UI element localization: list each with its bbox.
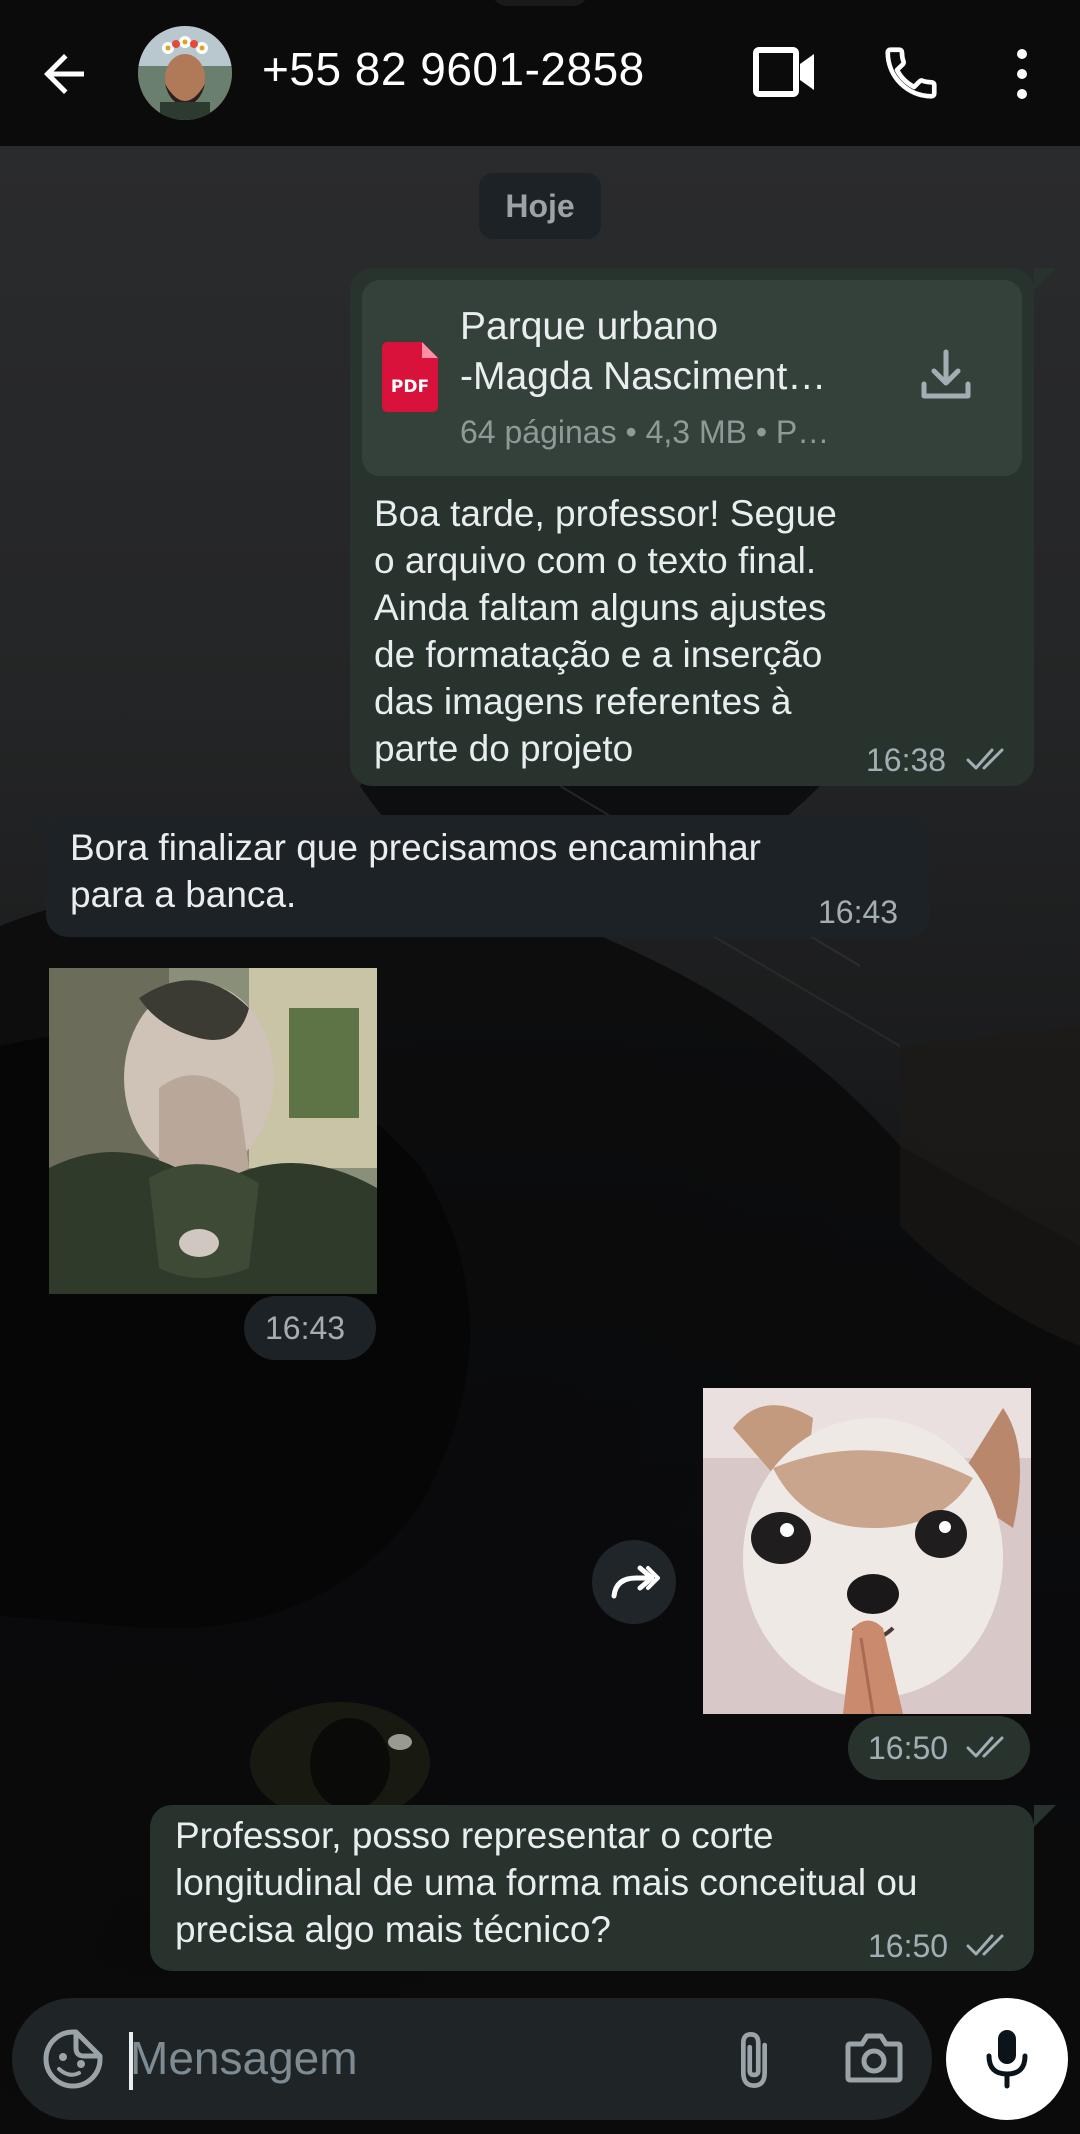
contact-avatar[interactable] [138,26,232,120]
phone-icon [885,47,937,99]
message-composer [12,1998,932,2120]
sticker-image [703,1388,1031,1714]
avatar-image [138,26,232,120]
mic-icon [986,2030,1028,2089]
emoji-sticker-button[interactable] [42,2028,104,2090]
date-divider: Hoje [479,173,601,239]
message-time: 16:50 [868,1730,949,1766]
message-time: 16:43 [818,894,899,930]
forward-icon [611,1565,660,1599]
read-ticks-icon [966,1736,1004,1758]
message-line: de formatação e a inserção [374,634,823,675]
download-icon [921,349,971,399]
forward-button[interactable] [592,1540,676,1624]
message-line: Bora finalizar que precisamos encaminhar [70,827,762,868]
contact-name[interactable]: +55 82 9601-2858 [262,42,645,96]
arrow-back-icon [44,54,84,94]
message-line: o arquivo com o texto final. [374,540,817,581]
document-title-line: Parque urbano [460,305,719,348]
more-options-button[interactable] [1004,44,1040,104]
sticker-image [49,968,377,1294]
emoji-sticker-icon [43,2029,103,2089]
message-line: longitudinal de uma forma mais conceitua… [175,1862,918,1903]
message-text: Bora finalizar que precisamos encaminhar… [70,824,870,918]
voice-call-button[interactable] [880,42,942,104]
message-line: Professor, posso representar o corte [175,1815,774,1856]
document-card[interactable]: PDF Parque urbano -Magda Nasciment… 64 p… [362,280,1022,476]
read-ticks-icon [966,1934,1004,1956]
message-time: 16:38 [866,742,947,778]
message-line: das imagens referentes à [374,681,792,722]
message-input[interactable] [130,2018,690,2098]
download-button[interactable] [918,346,974,406]
read-ticks-icon [966,748,1004,770]
video-call-button[interactable] [752,44,818,100]
document-title-line: -Magda Nasciment… [460,355,827,398]
message-line: Ainda faltam alguns ajustes [374,587,827,628]
message-line: para a banca. [70,874,297,915]
more-vert-icon [1017,49,1027,99]
message-text: Boa tarde, professor! Segue o arquivo co… [374,490,874,772]
message-line: parte do projeto [374,728,634,769]
message-time: 16:43 [265,1310,346,1346]
pdf-file-icon: PDF [382,342,438,412]
videocam-icon [753,47,814,97]
camera-notch [490,0,590,6]
camera-button[interactable] [844,2030,904,2086]
svg-text:PDF: PDF [391,377,429,397]
message-time: 16:50 [868,1928,949,1964]
document-title: Parque urbano -Magda Nasciment… [460,302,880,402]
voice-record-button[interactable] [946,1998,1068,2120]
attach-icon [740,2032,768,2088]
sticker-incoming[interactable] [49,968,377,1294]
attach-button[interactable] [728,2028,780,2092]
camera-icon [845,2033,903,2083]
sticker-outgoing[interactable] [703,1388,1031,1714]
chat-header: +55 82 9601-2858 [0,0,1080,146]
back-button[interactable] [34,44,94,104]
message-line: Boa tarde, professor! Segue [374,493,837,534]
document-meta: 64 páginas • 4,3 MB • P… [460,414,830,450]
